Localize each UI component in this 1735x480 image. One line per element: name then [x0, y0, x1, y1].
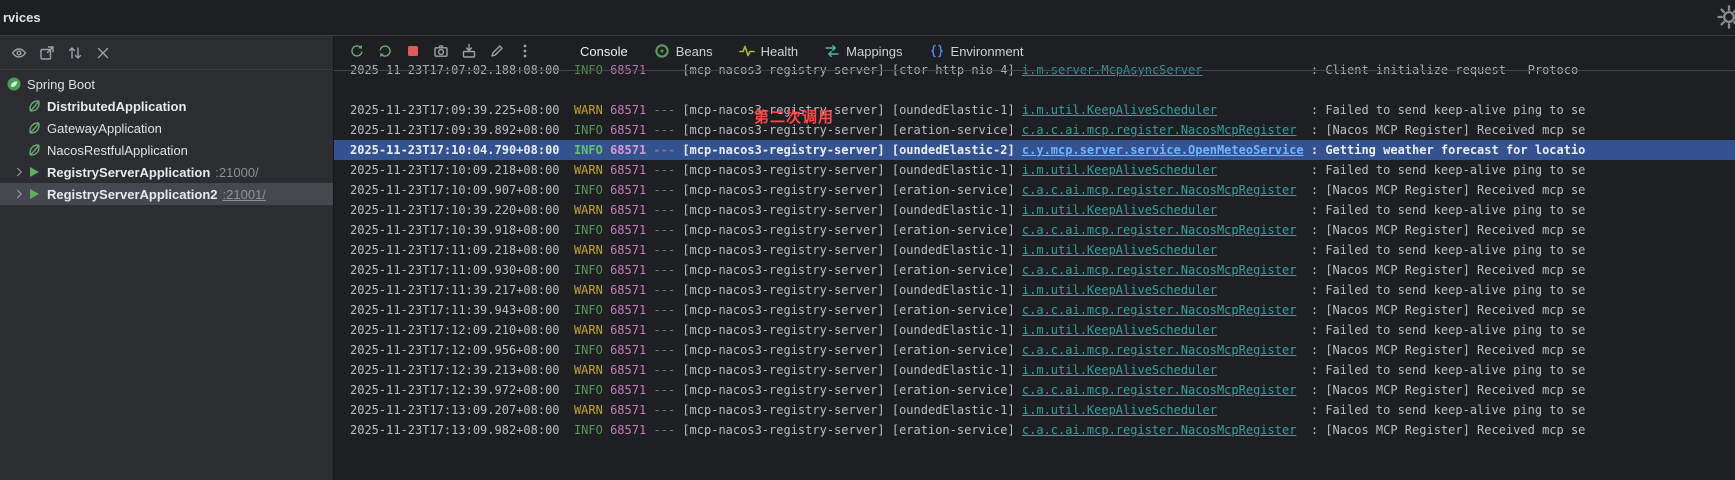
services-panel-toolbar	[0, 36, 333, 70]
braces-icon	[929, 43, 945, 59]
log-line[interactable]: 2025-11-23T17:13:09.207+08:00WARN68571--…	[334, 400, 1735, 420]
log-line[interactable]: 2025-11-23T17:10:09.218+08:00WARN68571--…	[334, 160, 1735, 180]
titlebar: rvices	[0, 0, 1735, 36]
console-tabs: Console Beans Health	[580, 43, 1024, 59]
chevron-right-icon[interactable]	[12, 188, 26, 200]
log-line[interactable]: 2025-11-23T17:09:39.225+08:00WARN68571--…	[334, 100, 1735, 120]
tree-item-distributedapplication[interactable]: DistributedApplication	[0, 95, 333, 117]
log-line[interactable]: 2025-11-23T17:10:39.918+08:00INFO68571--…	[334, 220, 1735, 240]
close-icon[interactable]	[94, 44, 112, 62]
log-line[interactable]: 2025-11-23T17:11:09.218+08:00WARN68571--…	[334, 240, 1735, 260]
tab-health[interactable]: Health	[739, 43, 799, 59]
spring-app-icon	[26, 98, 42, 114]
log-line[interactable]: 2025-11-23T17:12:09.956+08:00INFO68571--…	[334, 340, 1735, 360]
pencil-icon[interactable]	[488, 42, 506, 60]
log-line[interactable]: 2025-11-23T17:11:39.943+08:00INFO68571--…	[334, 300, 1735, 320]
rerun-icon[interactable]	[348, 42, 366, 60]
log-line[interactable]: 2025-11-23T17:11:09.930+08:00INFO68571--…	[334, 260, 1735, 280]
window-title: rvices	[0, 10, 41, 25]
spring-app-icon	[26, 120, 42, 136]
box-arrow-icon[interactable]	[460, 42, 478, 60]
log-line[interactable]: 2025-11-23T17:10:39.220+08:00WARN68571--…	[334, 200, 1735, 220]
service-port-link[interactable]: :21000/	[215, 165, 258, 180]
tree-item-label: RegistryServerApplication	[47, 165, 210, 180]
sort-arrows-icon[interactable]	[66, 44, 84, 62]
camera-icon[interactable]	[432, 42, 450, 60]
log-line[interactable]: 2025-11-23T17:13:09.982+08:00INFO68571--…	[334, 420, 1735, 440]
kebab-menu-icon[interactable]	[516, 42, 534, 60]
log-line-blank	[334, 80, 1735, 100]
log-line[interactable]: 2025-11-23T17:11:39.217+08:00WARN68571--…	[334, 280, 1735, 300]
tab-environment[interactable]: Environment	[929, 43, 1024, 59]
log-line[interactable]: 2025-11-23T17:10:09.907+08:00INFO68571--…	[334, 180, 1735, 200]
restart-icon[interactable]	[376, 42, 394, 60]
tab-console[interactable]: Console	[580, 44, 628, 59]
tree-item-label: RegistryServerApplication2	[47, 187, 218, 202]
run-toolbar: Console Beans Health	[334, 36, 1735, 66]
console-log[interactable]: 2025-11-23T17:07:02.188+08:00INFO68571--…	[334, 60, 1735, 480]
tree-item-label: NacosRestfulApplication	[47, 143, 188, 158]
log-line[interactable]: 2025-11-23T17:09:39.892+08:00INFO68571--…	[334, 120, 1735, 140]
stop-icon[interactable]	[404, 42, 422, 60]
tree-item-registryserverapplication2[interactable]: RegistryServerApplication2 :21001/	[0, 183, 333, 205]
spring-app-icon	[26, 142, 42, 158]
main-layout: Spring Boot DistributedApplication Gatew…	[0, 36, 1735, 480]
log-line[interactable]: 2025-11-23T17:10:04.790+08:00INFO68571--…	[334, 140, 1735, 160]
annotation-text: 第二次调用	[754, 106, 834, 127]
log-line[interactable]: 2025-11-23T17:12:39.213+08:00WARN68571--…	[334, 360, 1735, 380]
spring-boot-icon	[6, 76, 22, 92]
log-line[interactable]: 2025-11-23T17:12:09.210+08:00WARN68571--…	[334, 320, 1735, 340]
tree-item-spring-boot[interactable]: Spring Boot	[0, 73, 333, 95]
tree-item-registryserverapplication[interactable]: RegistryServerApplication :21000/	[0, 161, 333, 183]
tab-mappings[interactable]: Mappings	[824, 43, 902, 59]
tree-item-label: DistributedApplication	[47, 99, 186, 114]
tree-item-nacosrestfulapplication[interactable]: NacosRestfulApplication	[0, 139, 333, 161]
tree-item-label: GatewayApplication	[47, 121, 162, 136]
run-content: Console Beans Health	[334, 36, 1735, 480]
log-line[interactable]: 2025-11-23T17:12:39.972+08:00INFO68571--…	[334, 380, 1735, 400]
chevron-right-icon[interactable]	[12, 166, 26, 178]
open-in-new-icon[interactable]	[38, 44, 56, 62]
run-icon	[26, 164, 42, 180]
service-port-link[interactable]: :21001/	[223, 187, 266, 202]
eye-icon[interactable]	[10, 44, 28, 62]
services-tree: Spring Boot DistributedApplication Gatew…	[0, 70, 333, 205]
tab-beans[interactable]: Beans	[654, 43, 713, 59]
services-panel: Spring Boot DistributedApplication Gatew…	[0, 36, 334, 480]
health-pulse-icon	[739, 43, 755, 59]
run-icon	[26, 186, 42, 202]
mappings-icon	[824, 43, 840, 59]
bean-icon	[654, 43, 670, 59]
tree-item-label: Spring Boot	[27, 77, 95, 92]
toolbar-divider	[334, 70, 1735, 71]
gear-icon[interactable]	[1716, 4, 1735, 35]
tree-item-gatewayapplication[interactable]: GatewayApplication	[0, 117, 333, 139]
